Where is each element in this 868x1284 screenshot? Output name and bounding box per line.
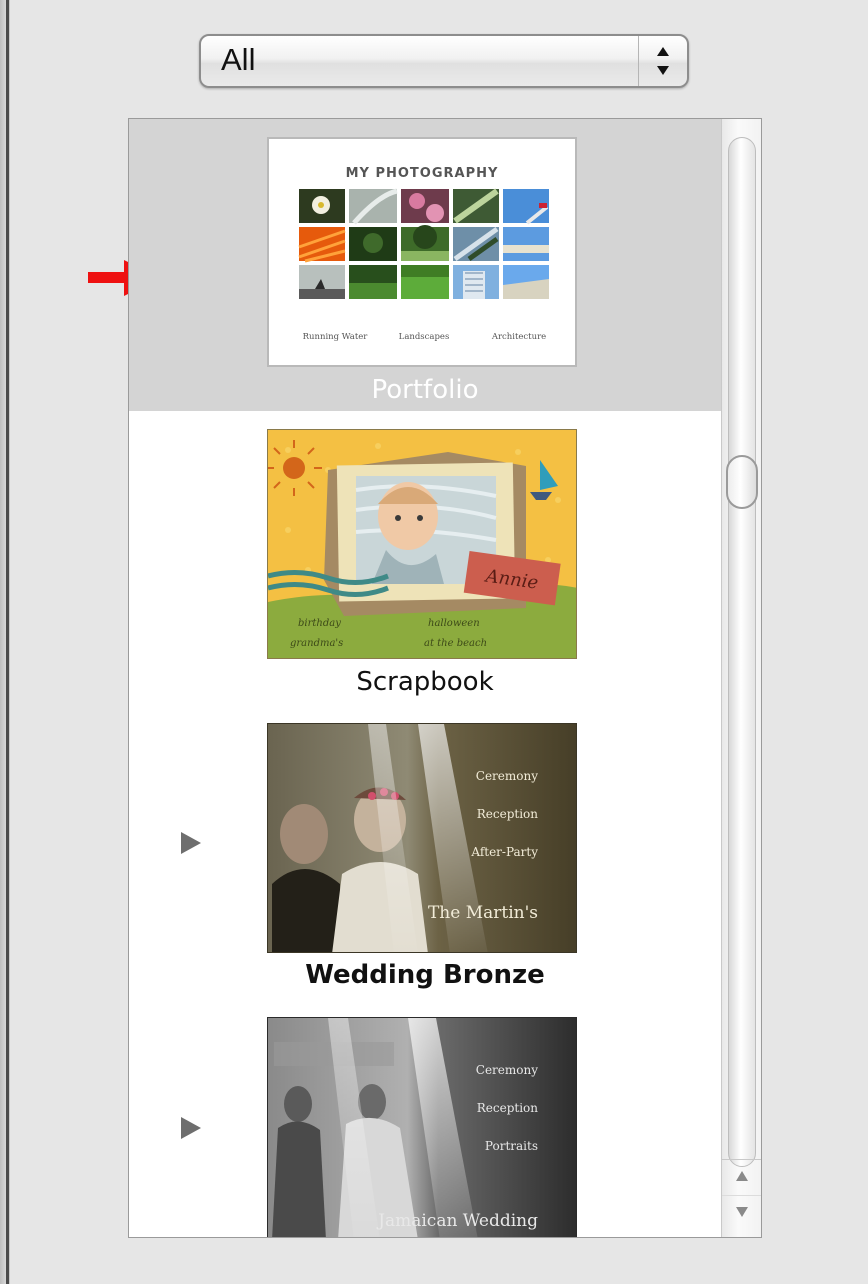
jamaican-wedding-thumbnail: Ceremony Reception Portraits Jamaican We…: [267, 1017, 577, 1237]
scroll-down-arrow-icon: [736, 1207, 748, 1217]
theme-item-jamaican-wedding[interactable]: Ceremony Reception Portraits Jamaican We…: [129, 998, 721, 1237]
scroll-down-button[interactable]: [722, 1195, 761, 1230]
jamaican-wedding-thumb-title: Jamaican Wedding: [376, 1211, 538, 1231]
portfolio-thumb-category-2: Landscapes: [399, 332, 450, 342]
up-down-arrows-icon: [651, 41, 675, 81]
wedding-bronze-thumb-title: The Martin's: [428, 903, 538, 923]
wedding-bronze-menu-3: After-Party: [470, 845, 538, 859]
window-left-edge: [0, 0, 10, 1284]
vertical-scrollbar[interactable]: [721, 119, 761, 1237]
disclosure-triangle-icon[interactable]: [181, 1117, 201, 1139]
scroll-up-arrow-icon: [736, 1171, 748, 1181]
theme-item-scrapbook[interactable]: Annie birthday halloween grandma's at th…: [129, 411, 721, 704]
jamaican-wedding-menu-1: Ceremony: [476, 1063, 538, 1077]
scrapbook-thumb-caption-4: at the beach: [424, 638, 487, 649]
jamaican-wedding-menu-2: Reception: [477, 1101, 539, 1115]
popup-divider: [638, 36, 639, 86]
theme-label-wedding-bronze: Wedding Bronze: [305, 960, 545, 990]
portfolio-thumbnail: MY PHOTOGRAPHY Running Water Landscapes …: [267, 137, 577, 367]
popup-selected-value: All: [221, 42, 256, 77]
theme-category-popup[interactable]: All: [199, 34, 689, 88]
scrapbook-thumb-caption-2: halloween: [428, 618, 480, 629]
scrapbook-thumbnail: Annie birthday halloween grandma's at th…: [267, 429, 577, 659]
scrapbook-thumb-caption-1: birthday: [298, 618, 341, 629]
scrapbook-thumb-caption-3: grandma's: [290, 638, 343, 649]
wedding-bronze-menu-1: Ceremony: [476, 769, 538, 783]
portfolio-thumb-title: MY PHOTOGRAPHY: [346, 166, 499, 181]
disclosure-triangle-icon[interactable]: [181, 832, 201, 854]
scrollbar-track[interactable]: [728, 137, 756, 1167]
portfolio-thumb-category-3: Architecture: [491, 332, 546, 342]
theme-item-wedding-bronze[interactable]: Ceremony Reception After-Party The Marti…: [129, 704, 721, 998]
scrollbar-thumb[interactable]: [726, 455, 758, 509]
theme-label-portfolio: Portfolio: [371, 375, 479, 405]
scroll-up-button[interactable]: [722, 1159, 761, 1194]
theme-label-scrapbook: Scrapbook: [356, 667, 494, 697]
portfolio-thumb-category-1: Running Water: [303, 332, 369, 342]
wedding-bronze-menu-2: Reception: [477, 807, 539, 821]
theme-item-portfolio[interactable]: MY PHOTOGRAPHY Running Water Landscapes …: [129, 119, 721, 411]
jamaican-wedding-menu-3: Portraits: [485, 1139, 538, 1153]
theme-list[interactable]: MY PHOTOGRAPHY Running Water Landscapes …: [128, 118, 762, 1238]
wedding-bronze-thumbnail: Ceremony Reception After-Party The Marti…: [267, 723, 577, 953]
